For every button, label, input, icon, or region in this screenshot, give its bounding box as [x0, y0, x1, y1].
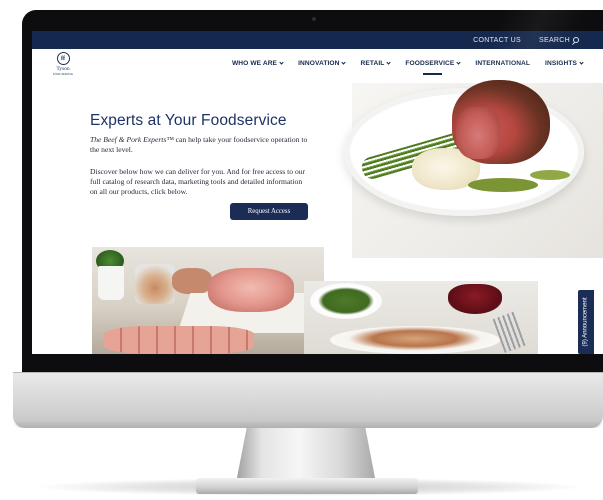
nav-label: RETAIL — [360, 60, 385, 67]
logo-mark: ff — [56, 52, 70, 65]
search-label: SEARCH — [539, 36, 570, 44]
hero-title: Experts at Your Foodservice — [90, 112, 287, 129]
pork-loin-image — [104, 326, 254, 354]
request-access-button[interactable]: Request Access — [230, 203, 308, 220]
sauce-image — [468, 178, 538, 192]
announcement-tab[interactable]: (9) Announcement — [578, 290, 594, 354]
wine-glass-image — [448, 284, 502, 314]
chevron-down-icon — [279, 60, 284, 65]
hand-image — [172, 268, 212, 294]
nav-label: INSIGHTS — [545, 60, 577, 67]
chevron-down-icon — [341, 60, 347, 65]
nav-label: WHO WE ARE — [231, 60, 278, 67]
nav-menu: WHO WE ARE INNOVATION RETAIL FOODSERVICE… — [231, 60, 584, 75]
nav-item-innovation[interactable]: INNOVATION — [298, 60, 347, 67]
monitor-stand-base — [196, 478, 418, 494]
chevron-down-icon — [579, 60, 584, 65]
sauce-drizzle-image — [530, 170, 570, 180]
contact-us-label: CONTACT US — [473, 36, 522, 44]
plant-pot-image — [98, 266, 124, 300]
steak-cut-image — [456, 107, 500, 159]
logo-tagline: FOOD SERVICE — [52, 73, 74, 76]
brand-name: The Beef & Pork Experts™ — [90, 135, 174, 144]
logo-wordmark: Tyson — [56, 66, 70, 72]
nav-item-insights[interactable]: INSIGHTS — [545, 60, 584, 67]
search-icon — [573, 37, 579, 43]
nav-label: INTERNATIONAL — [475, 60, 531, 67]
utility-bar: CONTACT US SEARCH — [32, 31, 603, 49]
announcement-label: (9) Announcement — [583, 297, 589, 347]
entree-dish-image — [330, 326, 500, 354]
tyson-logo[interactable]: ff Tyson FOOD SERVICE — [50, 52, 76, 80]
contact-us-link[interactable]: CONTACT US — [473, 37, 521, 44]
hero-intro: The Beef & Pork Experts™ can help take y… — [90, 135, 310, 155]
camera-icon — [312, 17, 316, 21]
monitor-stand — [236, 425, 376, 483]
search-link[interactable]: SEARCH — [539, 37, 579, 44]
nav-label: INNOVATION — [298, 60, 340, 67]
nav-item-who-we-are[interactable]: WHO WE ARE — [231, 60, 284, 67]
nav-item-international[interactable]: INTERNATIONAL — [475, 60, 530, 67]
chevron-down-icon — [386, 60, 392, 65]
main-navigation: ff Tyson FOOD SERVICE WHO WE ARE INNOVAT… — [32, 49, 603, 83]
nav-item-retail[interactable]: RETAIL — [360, 60, 392, 67]
spice-jar-image — [135, 264, 175, 304]
monitor-chin-edge — [13, 420, 603, 428]
pork-roast-image — [208, 268, 294, 312]
nav-item-foodservice[interactable]: FOODSERVICE — [405, 60, 462, 75]
nav-label: FOODSERVICE — [405, 60, 455, 67]
imac-mockup: CONTACT US SEARCH ff Tyson FOOD SERVICE … — [0, 0, 603, 500]
chevron-down-icon — [456, 60, 462, 65]
salad-image — [310, 283, 382, 319]
hero-body: Discover below how we can deliver for yo… — [90, 167, 306, 196]
